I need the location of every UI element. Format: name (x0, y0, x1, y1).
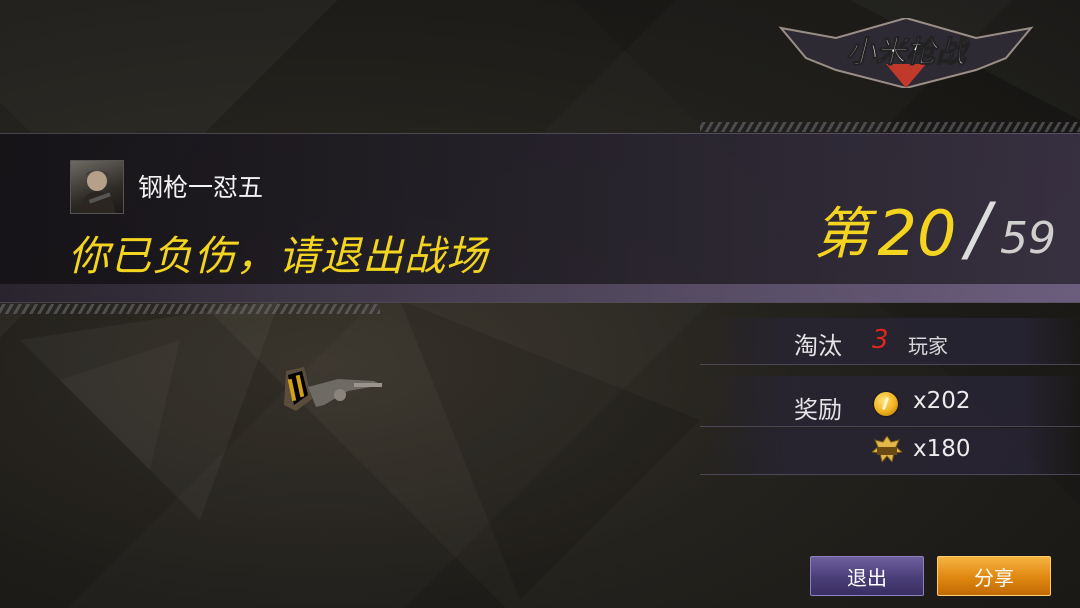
rank-position: 20 (877, 197, 957, 270)
svg-text:小米枪战: 小米枪战 (846, 35, 970, 70)
exit-button[interactable]: 退出 (810, 556, 924, 596)
rank-display: 第 20 / 59 (813, 188, 1057, 270)
rank-prefix: 第 (813, 202, 870, 267)
reward-row: 奖励 x202 (700, 376, 1080, 427)
reward-row: x180 (700, 428, 1080, 475)
eliminations-count: 3 (872, 325, 889, 355)
xp-reward-amount: x180 (913, 436, 971, 462)
rank-separator: / (966, 188, 990, 270)
banner-band (0, 284, 1080, 302)
banner-stripe (700, 122, 1080, 132)
player-avatar (70, 160, 124, 214)
weapon-model (284, 367, 382, 411)
status-message: 你已负伤，请退出战场 (68, 232, 488, 280)
coin-reward-amount: x202 (913, 388, 971, 414)
share-button[interactable]: 分享 (937, 556, 1051, 596)
rank-total: 59 (1000, 213, 1056, 264)
eliminations-row: 淘汰 3 玩家 (700, 318, 1080, 365)
experience-badge-icon (872, 436, 902, 462)
eliminations-unit: 玩家 (908, 334, 948, 358)
game-logo: 小米枪战 (778, 18, 1034, 88)
eliminations-label: 淘汰 (794, 332, 842, 360)
player-name: 钢枪一怼五 (138, 173, 264, 202)
banner-stripe (0, 304, 380, 314)
rewards-label: 奖励 (794, 396, 842, 424)
gold-coin-icon (874, 392, 898, 416)
